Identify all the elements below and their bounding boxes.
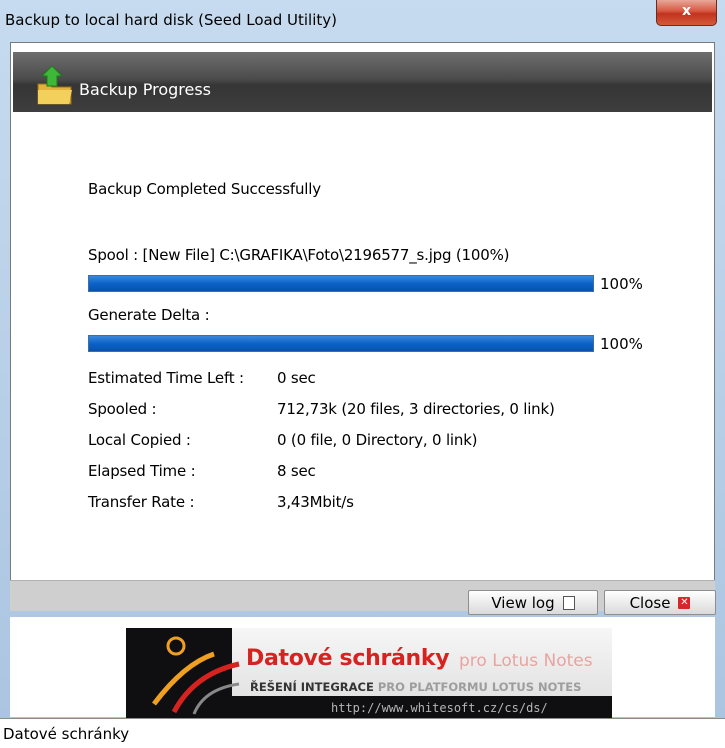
panel-title: Backup Progress [79,80,212,99]
close-label: Close [629,593,671,612]
close-icon: ✕ [678,596,691,609]
panel-header: Backup Progress [13,52,712,112]
spool-label: Spool : [New File] C:\GRAFIKA\Foto\21965… [88,246,510,264]
banner-url[interactable]: http://www.whitesoft.cz/cs/ds/ [331,701,548,715]
banner-title: Datové schránky [246,646,450,671]
view-log-button[interactable]: View log [468,590,598,615]
main-panel [10,42,715,610]
stat-label-elapsed: Elapsed Time : [88,462,196,480]
stat-value-time-left: 0 sec [277,369,316,387]
stat-label-local-copied: Local Copied : [88,431,191,449]
stat-value-transfer-rate: 3,43Mbit/s [277,493,354,511]
title-bar: Backup to local hard disk (Seed Load Uti… [0,0,725,42]
window-title: Backup to local hard disk (Seed Load Uti… [5,11,337,29]
stat-label-spooled: Spooled : [88,400,157,418]
delta-percent: 100% [600,335,643,353]
stat-value-elapsed: 8 sec [277,462,316,480]
stat-label-time-left: Estimated Time Left : [88,369,244,387]
view-log-label: View log [491,593,555,612]
stat-value-spooled: 712,73k (20 files, 3 directories, 0 link… [277,400,555,418]
banner-subtitle-bold: ŘEŠENÍ INTEGRACE [250,680,374,694]
banner-subtitle: ŘEŠENÍ INTEGRACE PRO PLATFORMU LOTUS NOT… [250,680,581,694]
status-message: Backup Completed Successfully [88,180,321,198]
banner-title-suffix: pro Lotus Notes [459,651,593,671]
banner-subtitle-rest: PRO PLATFORMU LOTUS NOTES [377,680,582,694]
status-bar-text: Datové schránky [3,725,130,743]
delta-progress-fill [89,336,593,351]
delta-progress-bar [88,335,594,352]
folder-arrow-icon [37,65,72,105]
delta-label: Generate Delta : [88,306,210,324]
app-window: Backup to local hard disk (Seed Load Uti… [0,0,725,748]
spool-percent: 100% [600,275,643,293]
status-bar: Datové schránky [0,718,725,748]
spool-progress-bar [88,275,594,292]
document-icon [562,595,575,610]
stat-label-transfer-rate: Transfer Rate : [88,493,195,511]
close-button[interactable]: Close ✕ [604,590,716,615]
window-close-button[interactable]: x [656,0,717,26]
spool-progress-fill [89,276,593,291]
banner-figure-icon [152,636,240,715]
stat-value-local-copied: 0 (0 file, 0 Directory, 0 link) [277,431,478,449]
